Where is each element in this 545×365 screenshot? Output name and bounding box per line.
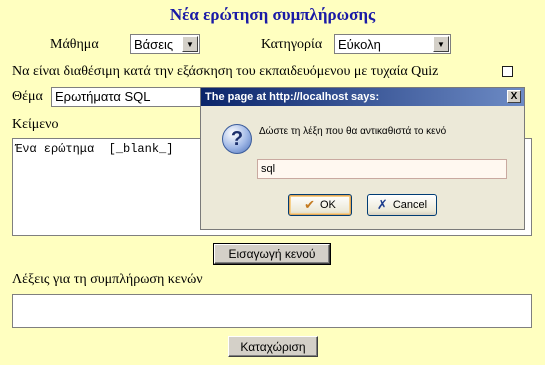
submit-button[interactable]: Καταχώριση — [228, 336, 318, 357]
ok-button-label: OK — [320, 199, 336, 211]
prompt-dialog: The page at http://localhost says: X ? Δ… — [200, 87, 525, 230]
category-label: Κατηγορία — [261, 37, 323, 52]
quiz-availability-label: Να είναι διαθέσιμη κατά την εξάσκηση του… — [12, 64, 439, 79]
cancel-button-label: Cancel — [392, 199, 428, 211]
quiz-availability-checkbox[interactable] — [502, 66, 513, 77]
category-select-value: Εύκολη — [338, 36, 381, 52]
course-select-value: Βάσεις — [134, 36, 174, 52]
page-title: Νέα ερώτηση συμπλήρωσης — [169, 5, 376, 24]
check-icon: ✔ — [304, 197, 315, 212]
chevron-down-icon[interactable]: ▼ — [433, 36, 449, 52]
question-icon: ? — [222, 124, 252, 154]
dialog-message: Δώστε τη λέξη που θα αντικαθιστά το κενό — [259, 126, 447, 137]
chevron-down-icon[interactable]: ▼ — [182, 36, 198, 52]
course-label: Μάθημα — [50, 37, 99, 52]
x-icon: ✗ — [376, 197, 388, 212]
dialog-title: The page at http://localhost says: — [201, 88, 524, 106]
blank-words-label: Λέξεις για τη συμπλήρωση κενών — [12, 272, 203, 287]
topic-input[interactable]: Ερωτήματα SQL — [51, 87, 211, 107]
course-select[interactable]: Βάσεις ▼ — [130, 34, 200, 54]
ok-button[interactable]: ✔ OK — [288, 194, 352, 216]
text-label: Κείμενο — [12, 117, 59, 132]
cancel-button[interactable]: ✗ Cancel — [367, 194, 437, 216]
topic-label: Θέμα — [12, 89, 43, 104]
insert-blank-button[interactable]: Εισαγωγή κενού — [213, 243, 331, 265]
close-icon[interactable]: X — [507, 90, 521, 103]
category-select[interactable]: Εύκολη ▼ — [334, 34, 451, 54]
blank-words-input[interactable] — [12, 294, 532, 328]
dialog-input[interactable]: sql — [257, 159, 507, 179]
